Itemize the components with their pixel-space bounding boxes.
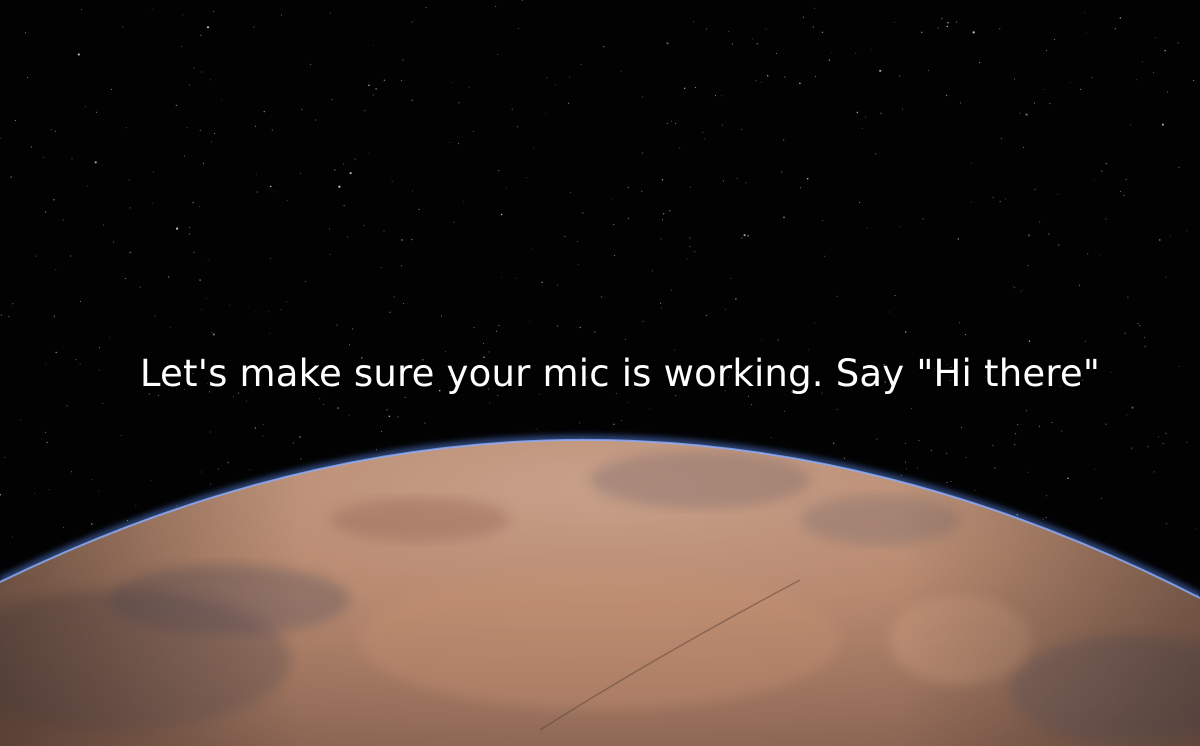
onboarding-scene: Let's make sure your mic is working. Say…: [0, 0, 1200, 746]
mic-check-prompt: Let's make sure your mic is working. Say…: [139, 352, 1101, 395]
